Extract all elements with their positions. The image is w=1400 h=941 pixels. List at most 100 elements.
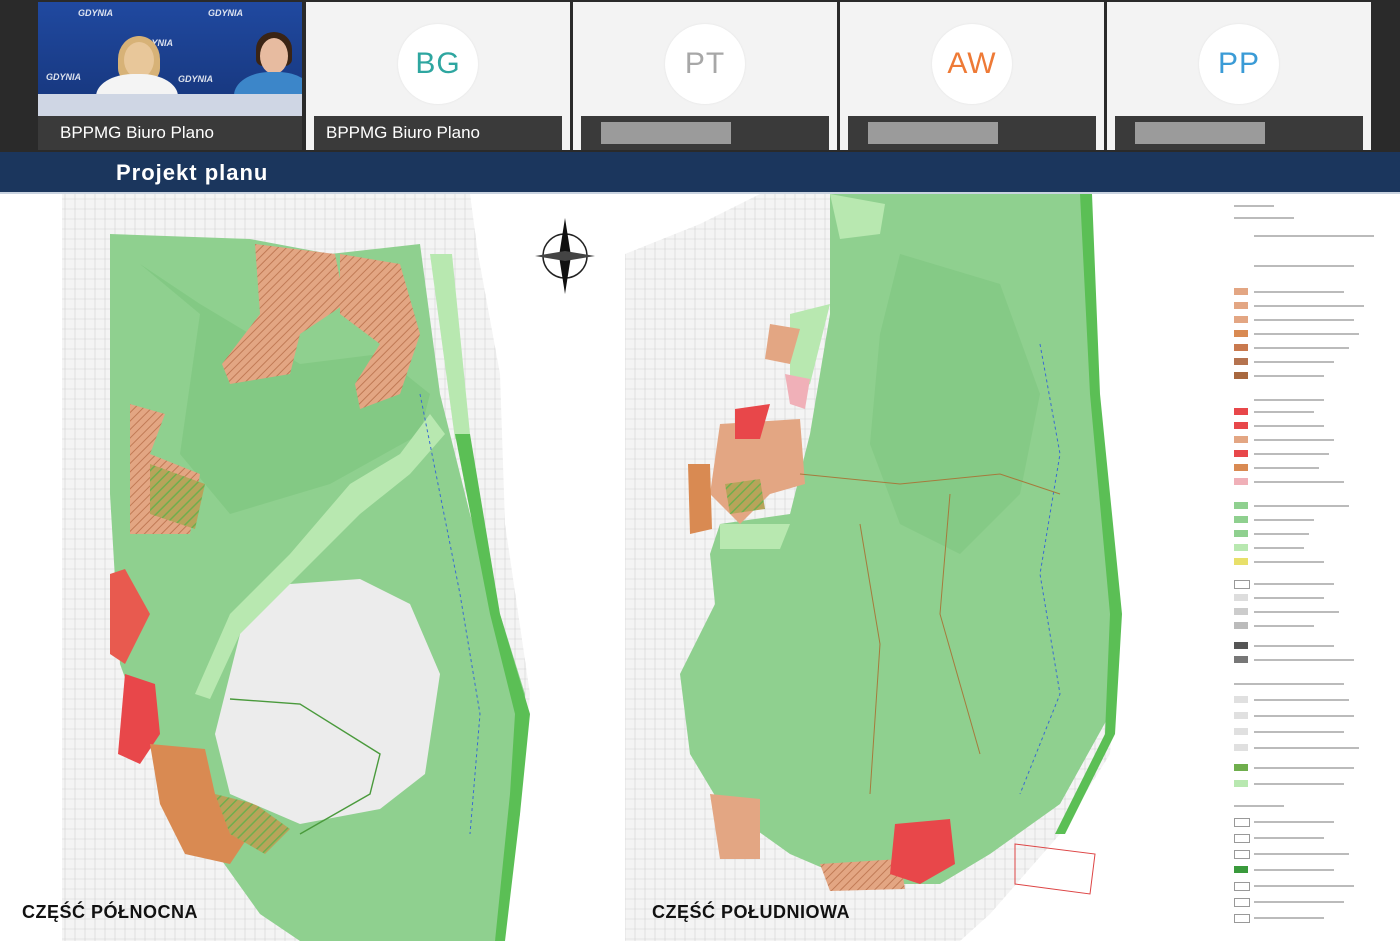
legend-line — [1254, 453, 1329, 455]
slide-title-banner: Projekt planu — [0, 152, 1400, 194]
legend-swatch — [1234, 744, 1248, 751]
redacted-name — [601, 122, 731, 144]
legend-line — [1254, 305, 1364, 307]
legend-line — [1254, 333, 1359, 335]
participant-name: BPPMG Biuro Plano — [314, 116, 562, 150]
legend-line — [1254, 917, 1324, 919]
legend-swatch — [1234, 316, 1248, 323]
participant-name-bar — [848, 116, 1096, 150]
legend-swatch — [1234, 728, 1248, 735]
legend-line — [1254, 505, 1349, 507]
legend-swatch — [1234, 344, 1248, 351]
legend-line — [1254, 411, 1314, 413]
legend-line — [1254, 885, 1354, 887]
legend-line — [1234, 217, 1294, 219]
participant-tile-video[interactable]: GDYNIA GDYNIA GDYNIA GDYNIA GDYNIA BPPMG… — [38, 2, 302, 150]
legend-line — [1254, 375, 1324, 377]
legend-swatch — [1234, 882, 1250, 891]
legend-line — [1254, 731, 1344, 733]
legend-line — [1254, 783, 1344, 785]
legend-line — [1254, 347, 1349, 349]
video-brand-logo: GDYNIA — [208, 8, 244, 18]
legend-swatch — [1234, 914, 1250, 923]
plan-maps — [62, 194, 1122, 941]
map-south[interactable] — [625, 194, 1122, 941]
legend-line — [1254, 235, 1374, 237]
participant-tile-pp[interactable]: PP — [1107, 2, 1371, 150]
mixed-zone-south — [725, 479, 765, 514]
legend-swatch — [1234, 408, 1248, 415]
legend-swatch — [1234, 642, 1248, 649]
legend-swatch — [1234, 712, 1248, 719]
legend-swatch — [1234, 594, 1248, 601]
participant-avatar: PT — [665, 24, 745, 104]
legend-line — [1254, 611, 1339, 613]
legend-swatch — [1234, 780, 1248, 787]
participant-tile-pt[interactable]: PT — [573, 2, 837, 150]
legend-line — [1254, 319, 1354, 321]
legend-line — [1254, 837, 1324, 839]
legend-line — [1254, 361, 1334, 363]
legend-line — [1254, 869, 1334, 871]
legend-line — [1254, 439, 1334, 441]
legend-swatch — [1234, 288, 1248, 295]
participant-tile-bg[interactable]: BG BPPMG Biuro Plano — [306, 2, 570, 150]
map-north[interactable] — [62, 194, 530, 941]
legend-line — [1254, 853, 1349, 855]
legend-swatch — [1234, 622, 1248, 629]
legend-line — [1254, 425, 1324, 427]
legend-swatch — [1234, 358, 1248, 365]
legend-line — [1254, 767, 1354, 769]
legend-line — [1234, 205, 1274, 207]
participant-avatar: AW — [932, 24, 1012, 104]
legend-swatch — [1234, 764, 1248, 771]
participant-name-bar — [1115, 116, 1363, 150]
legend-line — [1254, 659, 1354, 661]
legend-swatch — [1234, 372, 1248, 379]
legend-line — [1254, 699, 1349, 701]
legend-swatch — [1234, 818, 1250, 827]
legend-line — [1254, 519, 1314, 521]
legend-line — [1254, 561, 1324, 563]
meadow-zone-south — [720, 524, 790, 549]
participant-avatar: BG — [398, 24, 478, 104]
legend-line — [1254, 625, 1314, 627]
legend-swatch — [1234, 898, 1250, 907]
shared-slide: CZĘŚĆ PÓŁNOCNA CZĘŚĆ POŁUDNIOWA — [0, 194, 1400, 941]
legend-swatch — [1234, 558, 1248, 565]
participant-name: BPPMG Biuro Plano — [38, 116, 302, 150]
redacted-name — [868, 122, 998, 144]
participant-name-bar — [581, 116, 829, 150]
legend-line — [1254, 265, 1354, 267]
participant-strip: GDYNIA GDYNIA GDYNIA GDYNIA GDYNIA BPPMG… — [0, 0, 1400, 152]
legend-swatch — [1234, 302, 1248, 309]
caption-south: CZĘŚĆ POŁUDNIOWA — [652, 902, 851, 922]
legend-line — [1254, 821, 1334, 823]
legend-line — [1254, 901, 1344, 903]
participant-avatar: PP — [1199, 24, 1279, 104]
residential-zone-south — [688, 464, 712, 534]
participant-tile-aw[interactable]: AW — [840, 2, 1104, 150]
legend-line — [1254, 291, 1344, 293]
legend-line — [1234, 805, 1284, 807]
person-head — [260, 38, 288, 74]
legend-swatch — [1234, 436, 1248, 443]
legend-swatch — [1234, 330, 1248, 337]
slide-title: Projekt planu — [116, 160, 269, 185]
legend-swatch — [1234, 834, 1250, 843]
legend-line — [1254, 481, 1344, 483]
video-brand-logo: GDYNIA — [46, 72, 82, 82]
legend-swatch — [1234, 502, 1248, 509]
legend-swatch — [1234, 530, 1248, 537]
legend-swatch — [1234, 516, 1248, 523]
legend-swatch — [1234, 608, 1248, 615]
legend-swatch — [1234, 544, 1248, 551]
legend-line — [1234, 683, 1344, 685]
legend-swatch — [1234, 450, 1248, 457]
person-head — [124, 42, 154, 78]
legend-line — [1254, 747, 1359, 749]
legend-swatch — [1234, 656, 1248, 663]
redacted-name — [1135, 122, 1265, 144]
legend-swatch — [1234, 464, 1248, 471]
legend-swatch — [1234, 696, 1248, 703]
